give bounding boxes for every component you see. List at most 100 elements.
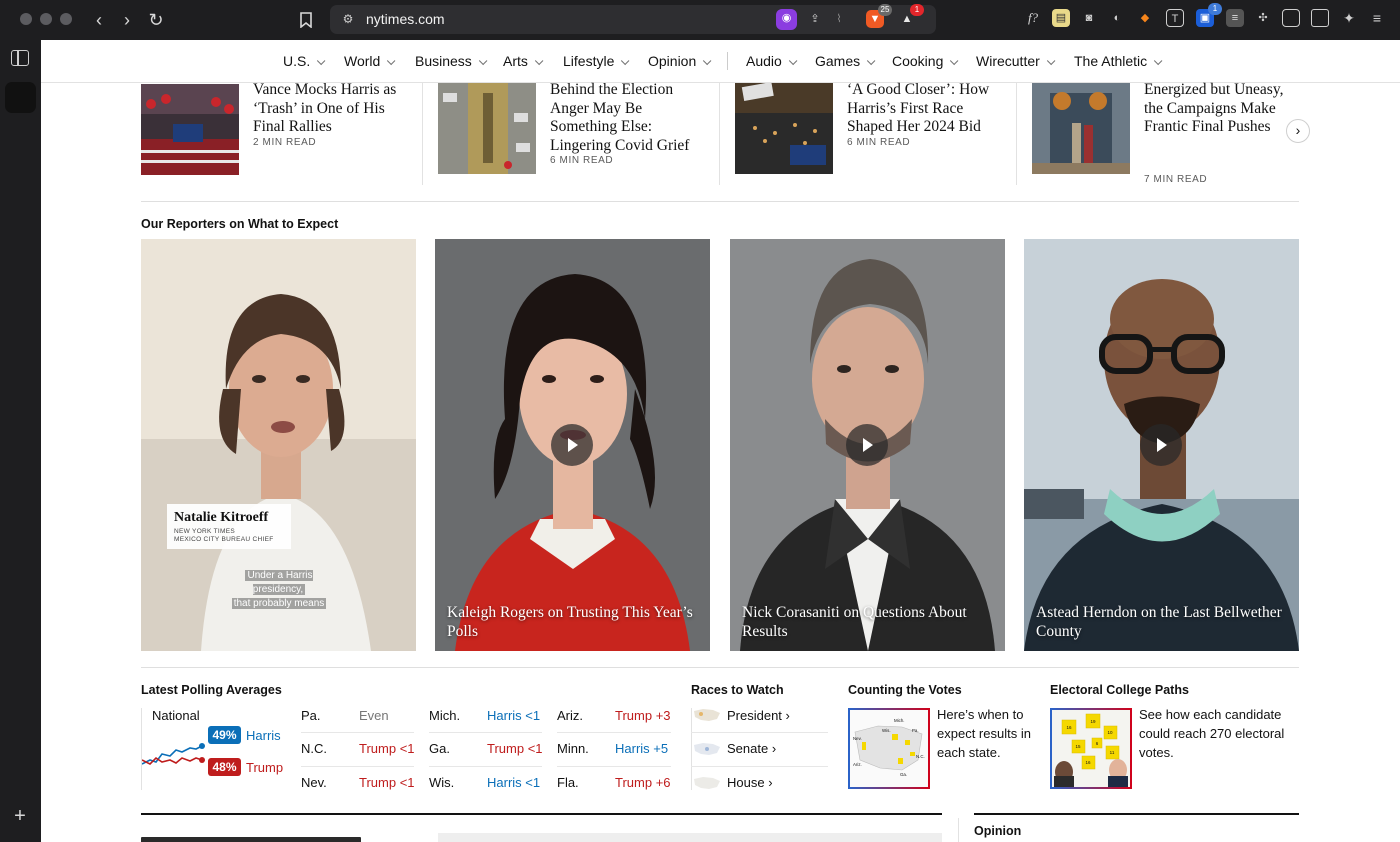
polling-heading[interactable]: Latest Polling Averages <box>141 683 282 697</box>
nav-wirecutter[interactable]: Wirecutter <box>976 53 1056 69</box>
nav-lifestyle[interactable]: Lifestyle <box>563 53 630 69</box>
zoom-window-button[interactable] <box>60 13 72 25</box>
state-name[interactable]: Ga. <box>429 741 450 756</box>
nav-opinion[interactable]: Opinion <box>648 53 712 69</box>
sidebar-panel-icon[interactable] <box>11 50 29 66</box>
nav-audio[interactable]: Audio <box>746 53 798 69</box>
site-settings-icon[interactable]: ⚙ <box>340 11 356 27</box>
counting-description[interactable]: Here’s when to expect results in each st… <box>937 705 1042 762</box>
play-icon[interactable] <box>551 424 593 466</box>
electoral-paths-graphic[interactable]: 16 19 10 15 6 11 16 <box>1050 708 1132 789</box>
play-icon[interactable] <box>846 424 888 466</box>
map-label: Ga. <box>900 772 907 777</box>
new-tab-plus-icon[interactable]: + <box>10 806 30 826</box>
video-card-rogers[interactable]: Kaleigh Rogers on Trusting This Year’s P… <box>435 239 710 651</box>
bitwarden-icon[interactable]: ▣ 1 <box>1196 3 1222 27</box>
font-extension-icon[interactable]: f? <box>1024 9 1042 27</box>
story-read-time: 6 MIN READ <box>550 155 614 166</box>
state-name[interactable]: N.C. <box>301 741 327 756</box>
nav-the-athletic[interactable]: The Athletic <box>1074 53 1163 69</box>
nav-business[interactable]: Business <box>415 53 488 69</box>
play-icon[interactable] <box>1140 424 1182 466</box>
national-trend-chart <box>142 743 205 765</box>
leo-ai-icon[interactable]: ◉ <box>776 9 797 30</box>
nav-arts[interactable]: Arts <box>503 53 544 69</box>
map-label: Mich. <box>894 718 905 723</box>
square-label: 11 <box>1110 750 1115 755</box>
menu-icon[interactable]: ≡ <box>1368 9 1386 27</box>
state-name[interactable]: Pa. <box>301 708 321 723</box>
lower-third-nametag: Natalie Kitroeff NEW YORK TIMES MEXICO C… <box>167 504 291 549</box>
nav-cooking[interactable]: Cooking <box>892 53 959 69</box>
nav-label: World <box>344 53 381 69</box>
counting-heading[interactable]: Counting the Votes <box>848 683 962 697</box>
reload-icon[interactable]: ↻ <box>144 8 168 32</box>
nav-world[interactable]: World <box>344 53 396 69</box>
carousel-next-button[interactable]: › <box>1286 119 1310 143</box>
national-label: National <box>152 708 200 723</box>
next-story-headline[interactable] <box>141 837 361 842</box>
story-title[interactable]: Vance Mocks Harris as ‘Trash’ in One of … <box>253 81 413 137</box>
story-image-rally <box>141 84 239 175</box>
electoral-heading[interactable]: Electoral College Paths <box>1050 683 1189 697</box>
close-window-button[interactable] <box>20 13 32 25</box>
rss-icon[interactable]: ⌇ <box>830 10 848 28</box>
opinion-heading[interactable]: Opinion <box>974 824 1021 838</box>
state-name[interactable]: Minn. <box>557 741 589 756</box>
nav-label: Games <box>815 53 861 69</box>
forward-icon[interactable]: › <box>115 8 139 32</box>
video-card-kitroeff[interactable]: Natalie Kitroeff NEW YORK TIMES MEXICO C… <box>141 239 416 651</box>
brave-rewards-icon[interactable]: ▲ 1 <box>898 4 924 28</box>
extensions-puzzle-icon[interactable]: ✣ <box>1254 9 1272 27</box>
sidebar-toggle-icon[interactable] <box>1282 9 1300 27</box>
story-title[interactable]: Energized but Uneasy, the Campaigns Make… <box>1144 81 1284 137</box>
back-icon[interactable]: ‹ <box>87 8 111 32</box>
state-name[interactable]: Mich. <box>429 708 460 723</box>
house-link[interactable]: House › <box>727 775 773 790</box>
harris-national-pct: 49% <box>208 726 241 744</box>
state-name[interactable]: Ariz. <box>557 708 583 723</box>
t-extension-icon[interactable]: T <box>1166 9 1184 27</box>
senate-link[interactable]: Senate › <box>727 741 776 756</box>
nav-games[interactable]: Games <box>815 53 876 69</box>
translate-extension-icon[interactable]: ◐ <box>1108 9 1126 27</box>
video-card-corasaniti[interactable]: Nick Corasaniti on Questions About Resul… <box>730 239 1005 651</box>
metamask-icon[interactable]: ◆ <box>1136 9 1154 27</box>
row-divider <box>301 766 414 767</box>
square-label: 16 <box>1066 725 1072 730</box>
president-link[interactable]: President › <box>727 708 790 723</box>
notes-extension-icon[interactable]: ▤ <box>1052 9 1070 27</box>
bookmark-icon[interactable] <box>294 8 318 32</box>
minimize-window-button[interactable] <box>40 13 52 25</box>
video-card-herndon[interactable]: Astead Herndon on the Last Bellwether Co… <box>1024 239 1299 651</box>
races-heading[interactable]: Races to Watch <box>691 683 784 697</box>
nav-label: The Athletic <box>1074 53 1148 69</box>
map-label: Wis. <box>882 728 891 733</box>
results-timing-map[interactable]: Mich. Wis. Ariz. Nev. Ga. Pa. N.C. <box>848 708 930 789</box>
chevron-down-icon <box>478 56 488 66</box>
leo-sparkle-icon[interactable]: ✦ <box>1340 9 1358 27</box>
story-read-time: 7 MIN READ <box>1144 174 1208 185</box>
address-bar[interactable]: ⚙ nytimes.com ◉ ⇪ ⌇ ▼ 25 ▲ 1 <box>330 4 936 34</box>
next-story-image[interactable] <box>438 833 942 842</box>
state-name[interactable]: Fla. <box>557 775 579 790</box>
electoral-description[interactable]: See how each candidate could reach 270 e… <box>1139 705 1289 762</box>
camera-extension-icon[interactable]: ◙ <box>1080 9 1098 27</box>
active-tab-favicon[interactable] <box>5 82 36 113</box>
wallet-icon[interactable] <box>1311 9 1329 27</box>
story-title[interactable]: ‘A Good Closer’: How Harris’s First Race… <box>847 81 1007 137</box>
state-name[interactable]: Nev. <box>301 775 327 790</box>
database-extension-icon[interactable]: ≡ <box>1226 9 1244 27</box>
share-icon[interactable]: ⇪ <box>806 10 824 28</box>
nav-label: Lifestyle <box>563 53 615 69</box>
nav-label: Arts <box>503 53 528 69</box>
chevron-down-icon <box>621 56 630 66</box>
nav-divider <box>727 52 728 70</box>
story-title[interactable]: Behind the Election Anger May Be Somethi… <box>550 81 710 155</box>
vertical-tab-sidebar: + <box>0 40 41 842</box>
brave-shields-icon[interactable]: ▼ 25 <box>866 4 892 28</box>
trump-national-label: Trump <box>246 760 284 775</box>
square-label: 16 <box>1085 760 1091 765</box>
nav-us[interactable]: U.S. <box>283 53 326 69</box>
state-name[interactable]: Wis. <box>429 775 454 790</box>
